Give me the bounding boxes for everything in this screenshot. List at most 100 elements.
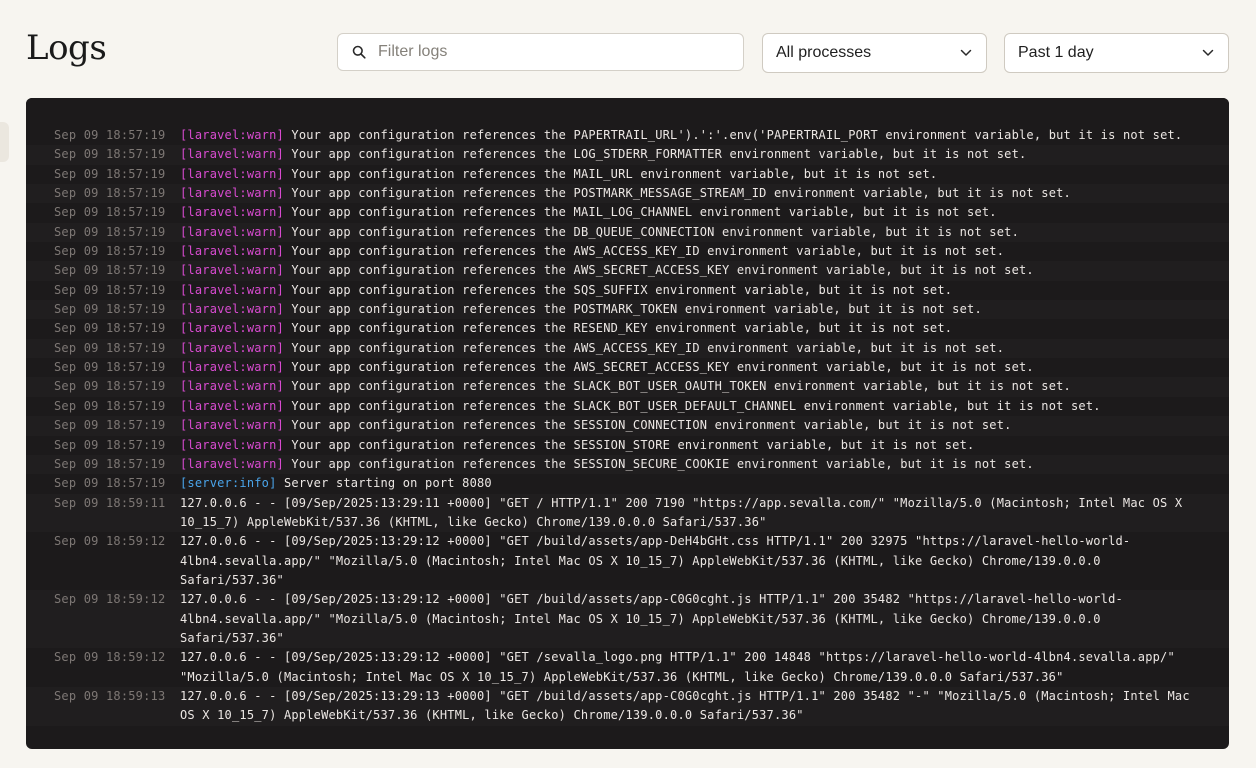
log-message: [laravel:warn] Your app configuration re…	[180, 339, 1199, 358]
log-message: 127.0.0.6 - - [09/Sep/2025:13:29:12 +000…	[180, 532, 1199, 590]
log-message: [laravel:warn] Your app configuration re…	[180, 261, 1199, 280]
log-message: [laravel:warn] Your app configuration re…	[180, 184, 1199, 203]
log-message: 127.0.0.6 - - [09/Sep/2025:13:29:13 +000…	[180, 687, 1199, 726]
process-select-value: All processes	[776, 44, 872, 61]
log-timestamp: Sep 09 18:57:19	[54, 456, 166, 471]
log-timestamp: Sep 09 18:57:19	[54, 244, 166, 259]
log-text: 127.0.0.6 - - [09/Sep/2025:13:29:12 +000…	[180, 592, 1123, 645]
log-text: Your app configuration references the AW…	[291, 360, 1034, 375]
log-timestamp: Sep 09 18:59:13	[54, 688, 166, 703]
log-text: Server starting on port 8080	[283, 476, 492, 491]
process-select[interactable]: All processes	[762, 33, 987, 73]
log-entry: Sep 09 18:57:19 [laravel:warn] Your app c…	[26, 338, 1229, 359]
log-entry: Sep 09 18:57:19 [laravel:warn] Your app c…	[26, 397, 1229, 416]
log-timestamp: Sep 09 18:59:12	[54, 592, 166, 607]
log-entry: Sep 09 18:57:19 [laravel:warn] Your app c…	[26, 300, 1229, 320]
log-list: Sep 09 18:57:19 [laravel:warn] Your app c…	[26, 126, 1229, 726]
log-message: 127.0.0.6 - - [09/Sep/2025:13:29:12 +000…	[180, 648, 1199, 687]
log-entry: Sep 09 18:57:19 [laravel:warn] Your app c…	[26, 358, 1229, 377]
log-text: Your app configuration references the MA…	[291, 205, 997, 220]
log-level-tag: [laravel:warn]	[180, 186, 284, 201]
log-text: Your app configuration references the PA…	[291, 128, 1183, 142]
log-timestamp: Sep 09 18:57:19	[54, 476, 166, 491]
log-timestamp: Sep 09 18:59:12	[54, 534, 166, 549]
log-message: [laravel:warn] Your app configuration re…	[180, 145, 1199, 164]
log-message: [laravel:warn] Your app configuration re…	[180, 455, 1199, 474]
log-message: [laravel:warn] Your app configuration re…	[180, 203, 1199, 222]
log-entry: Sep 09 18:59:12 127.0.0.6 - - [09/Sep/202…	[26, 648, 1229, 687]
log-timestamp: Sep 09 18:57:19	[54, 360, 166, 375]
log-level-tag: [laravel:warn]	[180, 128, 284, 142]
time-range-select-value: Past 1 day	[1018, 44, 1094, 61]
log-text: Your app configuration references the LO…	[291, 147, 1027, 162]
log-entry: Sep 09 18:59:12 127.0.0.6 - - [09/Sep/202…	[26, 532, 1229, 590]
search-icon	[352, 45, 366, 59]
log-timestamp: Sep 09 18:57:19	[54, 437, 166, 452]
log-timestamp: Sep 09 18:59:11	[54, 495, 166, 510]
log-text: Your app configuration references the SE…	[291, 437, 975, 452]
log-message: [laravel:warn] Your app configuration re…	[180, 397, 1199, 416]
log-level-tag: [laravel:warn]	[180, 166, 284, 181]
log-viewer[interactable]: Sep 09 18:57:19 [laravel:warn] Your app c…	[26, 98, 1229, 749]
log-timestamp: Sep 09 18:57:19	[54, 166, 166, 181]
log-timestamp: Sep 09 18:59:12	[54, 650, 166, 665]
search-field[interactable]	[337, 33, 744, 71]
log-text: Your app configuration references the RE…	[291, 321, 953, 336]
log-text: Your app configuration references the MA…	[291, 166, 938, 181]
log-text: 127.0.0.6 - - [09/Sep/2025:13:29:12 +000…	[180, 534, 1131, 587]
log-entry: Sep 09 18:57:19 [laravel:warn] Your app c…	[26, 436, 1229, 455]
log-message: [laravel:warn] Your app configuration re…	[180, 436, 1199, 455]
log-text: Your app configuration references the AW…	[291, 340, 1005, 355]
time-range-select[interactable]: Past 1 day	[1004, 33, 1229, 73]
log-text: Your app configuration references the DB…	[291, 224, 1020, 239]
log-message: [laravel:warn] Your app configuration re…	[180, 377, 1199, 396]
log-entry: Sep 09 18:57:19 [laravel:warn] Your app c…	[26, 165, 1229, 184]
log-level-tag: [laravel:warn]	[180, 282, 284, 297]
page-title: Logs	[26, 28, 107, 68]
log-entry: Sep 09 18:57:19 [laravel:warn] Your app c…	[26, 145, 1229, 165]
log-entry: Sep 09 18:57:19 [laravel:warn] Your app c…	[26, 454, 1229, 475]
log-timestamp: Sep 09 18:57:19	[54, 224, 166, 239]
log-timestamp: Sep 09 18:57:19	[54, 147, 166, 162]
log-level-tag: [laravel:warn]	[180, 456, 284, 471]
log-level-tag: [laravel:warn]	[180, 205, 284, 220]
log-entry: Sep 09 18:57:19 [server:info] Server star…	[26, 474, 1229, 493]
log-text: Your app configuration references the AW…	[291, 263, 1034, 278]
log-message: [laravel:warn] Your app configuration re…	[180, 223, 1199, 242]
log-timestamp: Sep 09 18:57:19	[54, 263, 166, 278]
sidebar-collapse-handle[interactable]	[0, 122, 9, 162]
log-text: Your app configuration references the SE…	[291, 456, 1034, 471]
log-timestamp: Sep 09 18:57:19	[54, 379, 166, 394]
log-level-tag: [laravel:warn]	[180, 302, 284, 317]
log-message: [laravel:warn] Your app configuration re…	[180, 126, 1199, 145]
chevron-down-icon	[960, 49, 972, 56]
log-level-tag: [laravel:warn]	[180, 398, 284, 413]
log-timestamp: Sep 09 18:57:19	[54, 321, 166, 336]
log-entry: Sep 09 18:57:19 [laravel:warn] Your app c…	[26, 222, 1229, 243]
log-text: Your app configuration references the SL…	[291, 398, 1101, 413]
log-text: Your app configuration references the SL…	[291, 379, 1071, 394]
log-entry: Sep 09 18:57:19 [laravel:warn] Your app c…	[26, 126, 1229, 145]
log-entry: Sep 09 18:57:19 [laravel:warn] Your app c…	[26, 319, 1229, 338]
search-input[interactable]	[376, 42, 720, 62]
log-timestamp: Sep 09 18:57:19	[54, 302, 166, 317]
log-text: Your app configuration references the PO…	[291, 186, 1071, 201]
log-message: [laravel:warn] Your app configuration re…	[180, 358, 1199, 377]
log-timestamp: Sep 09 18:57:19	[54, 205, 166, 220]
log-timestamp: Sep 09 18:57:19	[54, 282, 166, 297]
log-entry: Sep 09 18:57:19 [laravel:warn] Your app c…	[26, 203, 1229, 222]
log-message: [laravel:warn] Your app configuration re…	[180, 319, 1199, 338]
log-level-tag: [laravel:warn]	[180, 263, 284, 278]
log-timestamp: Sep 09 18:57:19	[54, 398, 166, 413]
log-timestamp: Sep 09 18:57:19	[54, 418, 166, 433]
log-level-tag: [laravel:warn]	[180, 244, 284, 259]
log-message: 127.0.0.6 - - [09/Sep/2025:13:29:11 +000…	[180, 494, 1199, 533]
log-entry: Sep 09 18:59:12 127.0.0.6 - - [09/Sep/202…	[26, 590, 1229, 649]
log-message: 127.0.0.6 - - [09/Sep/2025:13:29:12 +000…	[180, 590, 1199, 648]
log-entry: Sep 09 18:57:19 [laravel:warn] Your app c…	[26, 416, 1229, 436]
log-message: [laravel:warn] Your app configuration re…	[180, 300, 1199, 319]
log-timestamp: Sep 09 18:57:19	[54, 128, 166, 142]
log-entry: Sep 09 18:57:19 [laravel:warn] Your app c…	[26, 261, 1229, 281]
log-scroll-edge	[26, 98, 1229, 124]
log-timestamp: Sep 09 18:57:19	[54, 186, 166, 201]
